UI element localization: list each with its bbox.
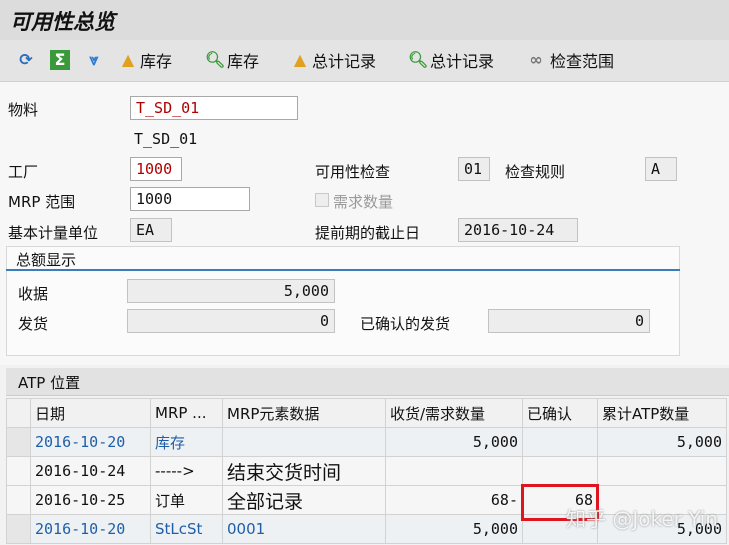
base-uom-field: EA: [130, 218, 172, 242]
confirmed-issues-label: 已确认的发货: [360, 315, 451, 333]
page-title: 可用性总览: [10, 10, 115, 34]
mrp-element-cell: ----->: [150, 456, 223, 486]
watermark: 知乎 @Joker Yin: [566, 507, 718, 531]
checking-rule-field: A: [645, 157, 677, 181]
atp-section-header: ATP 位置: [6, 368, 729, 396]
refresh-button[interactable]: ⟳: [16, 48, 36, 72]
totals-detail-button[interactable]: 🔍︎ 总计记录: [408, 48, 494, 72]
base-uom-label: 基本计量单位: [8, 224, 99, 242]
sum-icon: Σ: [50, 50, 70, 70]
check-scope-label: 检查范围: [550, 52, 615, 71]
row-selector[interactable]: [6, 485, 31, 515]
select-all-cell[interactable]: [6, 398, 31, 428]
row-selector[interactable]: [6, 427, 31, 457]
group-divider: [6, 269, 680, 271]
check-scope-button[interactable]: ∞ 检查范围: [524, 48, 614, 72]
col-cumulative-atp[interactable]: 累计ATP数量: [597, 398, 727, 428]
totals-label: 总计记录: [312, 52, 377, 71]
mrp-data-cell: [222, 427, 386, 457]
table-row[interactable]: 2016-10-24 -----> 结束交货时间: [6, 456, 727, 486]
qty-cell: [385, 456, 523, 486]
qty-cell: 5,000: [385, 514, 523, 544]
refresh-icon: ⟳: [19, 50, 33, 69]
toolbar: ⟳ Σ ⩔ ▲ 库存 🔍︎ 库存 ▲ 总计记录 🔍︎ 总计记录 ∞ 检查范围: [0, 40, 729, 82]
plant-input[interactable]: 1000: [130, 157, 182, 181]
date-cell[interactable]: 2016-10-20: [30, 514, 151, 544]
mountain-icon: ▲: [121, 50, 135, 69]
issues-field: 0: [127, 309, 335, 333]
row-selector[interactable]: [6, 456, 31, 486]
plant-label: 工厂: [8, 163, 39, 181]
col-mrp-element-data[interactable]: MRP元素数据: [222, 398, 386, 428]
date-cell: 2016-10-24: [30, 456, 151, 486]
receipts-label: 收据: [18, 285, 49, 303]
filter-icon: ⩔: [89, 50, 99, 69]
mrp-area-input[interactable]: 1000: [130, 187, 250, 211]
glasses-icon: ∞: [529, 50, 543, 69]
table-row[interactable]: 2016-10-20 库存 5,000 5,000: [6, 427, 727, 457]
requirements-qty-checkbox[interactable]: [315, 193, 329, 207]
totals-button[interactable]: ▲ 总计记录: [290, 48, 376, 72]
totals-detail-label: 总计记录: [430, 52, 495, 71]
totals-title: 总额显示: [16, 251, 77, 269]
mrp-data-cell: 全部记录: [222, 485, 386, 515]
receipts-field: 5,000: [127, 279, 335, 303]
mrp-element-cell[interactable]: StLcSt: [150, 514, 223, 544]
table-header: 日期 MRP ... MRP元素数据 收货/需求数量 已确认 累计ATP数量: [6, 398, 727, 428]
col-receipt-req-qty[interactable]: 收货/需求数量: [385, 398, 523, 428]
checking-rule-label: 检查规则: [505, 163, 566, 181]
availability-check-field: 01: [458, 157, 490, 181]
stock-button[interactable]: ▲ 库存: [118, 48, 172, 72]
atp-title: ATP 位置: [18, 374, 81, 392]
requirements-qty-label: 需求数量: [333, 193, 394, 211]
col-date[interactable]: 日期: [30, 398, 151, 428]
mrp-data-cell[interactable]: 0001: [222, 514, 386, 544]
detail-icon: 🔍︎: [408, 50, 429, 69]
date-cell: 2016-10-25: [30, 485, 151, 515]
qty-cell: 68-: [385, 485, 523, 515]
cutoff-date-label: 提前期的截止日: [315, 224, 421, 242]
cum-atp-cell: [597, 456, 727, 486]
filter-button[interactable]: ⩔: [84, 48, 104, 72]
qty-cell: 5,000: [385, 427, 523, 457]
material-description: T_SD_01: [134, 130, 198, 148]
mrp-element-cell[interactable]: 库存: [150, 427, 223, 457]
col-confirmed[interactable]: 已确认: [522, 398, 598, 428]
material-input[interactable]: T_SD_01: [130, 96, 298, 120]
confirmed-issues-field: 0: [488, 309, 650, 333]
cutoff-date-field: 2016-10-24: [458, 218, 578, 242]
mrp-area-label: MRP 范围: [8, 193, 76, 211]
stock-detail-label: 库存: [227, 52, 260, 71]
issues-label: 发货: [18, 315, 49, 333]
col-mrp-element[interactable]: MRP ...: [150, 398, 223, 428]
mrp-element-cell: 订单: [150, 485, 223, 515]
stock-detail-button[interactable]: 🔍︎ 库存: [205, 48, 259, 72]
material-label: 物料: [8, 101, 39, 119]
availability-check-label: 可用性检查: [315, 163, 391, 181]
row-selector[interactable]: [6, 514, 31, 544]
cum-atp-cell: 5,000: [597, 427, 727, 457]
confirmed-cell: [522, 427, 598, 457]
mountain-icon: ▲: [293, 50, 307, 69]
confirmed-cell: [522, 456, 598, 486]
stock-label: 库存: [140, 52, 173, 71]
totals-group: [6, 246, 680, 356]
mrp-data-cell: 结束交货时间: [222, 456, 386, 486]
sum-button[interactable]: Σ: [50, 48, 70, 72]
detail-icon: 🔍︎: [205, 50, 226, 69]
date-cell[interactable]: 2016-10-20: [30, 427, 151, 457]
